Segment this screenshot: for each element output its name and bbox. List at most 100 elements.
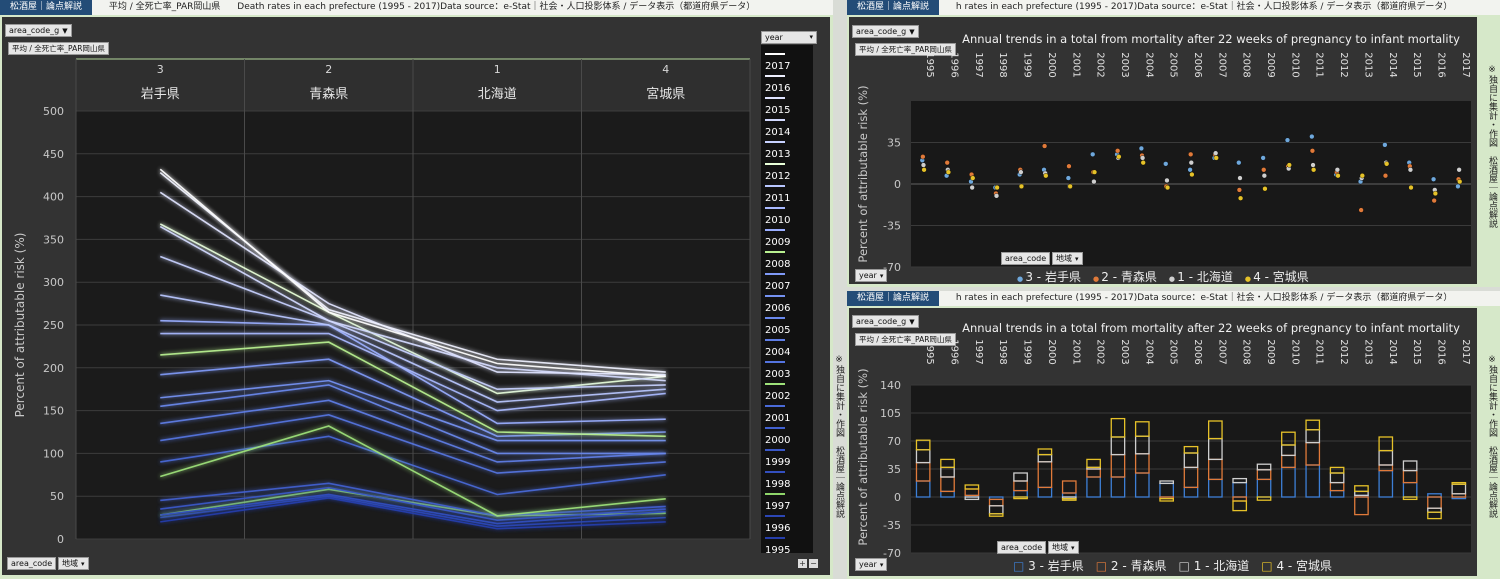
legend-item-2014[interactable]: 2014 (765, 115, 813, 138)
legend-swatch (765, 273, 785, 275)
legend-item[interactable]: ● 4 - 宮城県 (1245, 270, 1309, 284)
brand-label[interactable]: 松酒屋｜論点解説 (0, 0, 93, 15)
legend-item-2006[interactable]: 2006 (765, 291, 813, 314)
brand-label[interactable]: 松酒屋｜論点解説 (847, 291, 940, 306)
region-label: 地域 (62, 559, 78, 568)
legend-item-2000[interactable]: 2000 (765, 423, 813, 446)
point-2 - 青森県 (1066, 163, 1072, 169)
point-3 - 岩手県 (1090, 151, 1096, 157)
x-tick-label: 2017 (1460, 339, 1471, 364)
legend-item-1996[interactable]: 1996 (765, 511, 813, 534)
legend-item-2005[interactable]: 2005 (765, 313, 813, 336)
x-tick-label: 2002 (1095, 52, 1106, 77)
legend-item-2017[interactable]: 2017 (765, 49, 813, 72)
area-code-filter[interactable]: area_code (1001, 252, 1051, 265)
side-note-left: ※独自に集計・作図 松酒屋｜論点解説 (834, 355, 844, 518)
legend-item-2010[interactable]: 2010 (765, 203, 813, 226)
year-filter-label: year (859, 271, 877, 280)
legend-item-2013[interactable]: 2013 (765, 137, 813, 160)
chevron-down-icon: ▾ (1075, 255, 1079, 263)
area-code-label: area_code (11, 559, 53, 568)
point-2 - 青森県 (1309, 148, 1316, 154)
legend-item[interactable]: □ 2 - 青森県 (1096, 559, 1167, 573)
x-tick-label: 1997 (973, 339, 984, 364)
chevron-down-icon: ▾ (809, 33, 813, 41)
category-code: 2 (325, 63, 332, 76)
legend-item[interactable]: □ 1 - 北海道 (1179, 559, 1250, 573)
y-tick-label: 140 (880, 379, 901, 392)
chart-title: Annual trends in a total from mortality … (962, 321, 1460, 335)
legend-item-2007[interactable]: 2007 (765, 269, 813, 292)
legend-item[interactable]: □ 3 - 岩手県 (1013, 559, 1084, 573)
year-legend: 2017 2016 2015 2014 2013 2012 2011 2010 2009 2008… (761, 45, 813, 556)
legend-item-2009[interactable]: 2009 (765, 225, 813, 248)
x-tick-label: 1997 (973, 52, 984, 77)
legend-swatch (765, 339, 785, 341)
legend-item-2015[interactable]: 2015 (765, 93, 813, 116)
region-filter[interactable]: 地域 ▾ (1052, 252, 1083, 265)
x-tick-label: 2013 (1362, 339, 1373, 364)
x-tick-label: 2012 (1338, 52, 1349, 77)
legend-swatch (765, 427, 785, 429)
x-tick-label: 2009 (1265, 52, 1276, 77)
legend-item[interactable]: □ 4 - 宮城県 (1261, 559, 1332, 573)
point-3 - 岩手県 (1309, 133, 1315, 140)
x-tick-label: 2014 (1387, 339, 1398, 364)
x-tick-label: 1999 (1022, 52, 1033, 77)
x-tick-label: 2008 (1241, 339, 1252, 364)
brand-label[interactable]: 松酒屋｜論点解説 (847, 0, 940, 15)
legend-item[interactable]: ● 3 - 岩手県 (1017, 270, 1081, 284)
area-code-filter[interactable]: area_code (997, 541, 1047, 554)
legend-item-2002[interactable]: 2002 (765, 379, 813, 402)
point-2 - 青森県 (1261, 167, 1267, 173)
point-4 - 宮城県 (1043, 173, 1049, 179)
point-4 - 宮城県 (1067, 183, 1073, 189)
x-tick-label: 2001 (1070, 339, 1081, 364)
x-tick-label: 2008 (1241, 52, 1252, 77)
legend-item-2008[interactable]: 2008 (765, 247, 813, 270)
legend-item-1998[interactable]: 1998 (765, 467, 813, 490)
legend-label: 3 - 岩手県 (1025, 270, 1081, 284)
year-legend-header[interactable]: year ▾ (761, 31, 817, 44)
zoom-out-button[interactable]: − (809, 559, 818, 568)
x-tick-label: 2016 (1435, 339, 1446, 364)
left-panel: 松酒屋｜論点解説 平均 / 全死亡率_PAR岡山県 Death rates in… (0, 0, 833, 579)
legend-item[interactable]: ● 1 - 北海道 (1169, 270, 1233, 284)
x-tick-label: 2007 (1216, 52, 1227, 77)
legend-item-2011[interactable]: 2011 (765, 181, 813, 204)
point-4 - 宮城県 (1164, 184, 1171, 191)
legend-item-2003[interactable]: 2003 (765, 357, 813, 380)
legend-item-1997[interactable]: 1997 (765, 489, 813, 512)
point-2 - 青森県 (1115, 148, 1121, 154)
legend-item-2001[interactable]: 2001 (765, 401, 813, 424)
y-axis-label: Percent of attributable risk (%) (13, 233, 27, 418)
x-tick-label: 2015 (1411, 52, 1422, 77)
legend-item-2004[interactable]: 2004 (765, 335, 813, 358)
zoom-in-button[interactable]: + (798, 559, 807, 568)
point-2 - 青森県 (1358, 207, 1364, 213)
legend-swatch (765, 207, 785, 209)
point-4 - 宮城県 (1335, 173, 1341, 179)
header-measure: 平均 / 全死亡率_PAR岡山県 (108, 2, 221, 12)
point-2 - 青森県 (1431, 198, 1437, 204)
point-1 - 北海道 (993, 193, 1000, 199)
legend-item-1995[interactable]: 1995 (765, 533, 813, 556)
point-2 - 青森県 (920, 154, 926, 160)
bar-chart: Annual trends in a total from mortality … (856, 321, 1471, 560)
point-3 - 岩手県 (1430, 176, 1437, 182)
legend-item-1999[interactable]: 1999 (765, 445, 813, 468)
legend-label: 2 - 青森県 (1110, 559, 1167, 573)
legend-item[interactable]: ● 2 - 青森県 (1093, 270, 1157, 284)
x-tick-label: 2012 (1338, 339, 1349, 364)
y-tick-label: 50 (50, 490, 64, 503)
y-tick-label: 450 (43, 148, 64, 161)
right-bottom-header: 松酒屋｜論点解説 h rates in each prefecture (199… (847, 291, 1500, 306)
region-filter[interactable]: 地域 ▾ (1048, 541, 1079, 554)
point-3 - 岩手県 (1138, 145, 1145, 152)
year-filter[interactable]: year ▾ (855, 558, 888, 571)
y-tick-label: 0 (57, 533, 64, 546)
legend-item-2012[interactable]: 2012 (765, 159, 813, 182)
legend-item-2016[interactable]: 2016 (765, 71, 813, 94)
year-filter[interactable]: year ▾ (855, 269, 888, 282)
legend-swatch (765, 537, 785, 539)
